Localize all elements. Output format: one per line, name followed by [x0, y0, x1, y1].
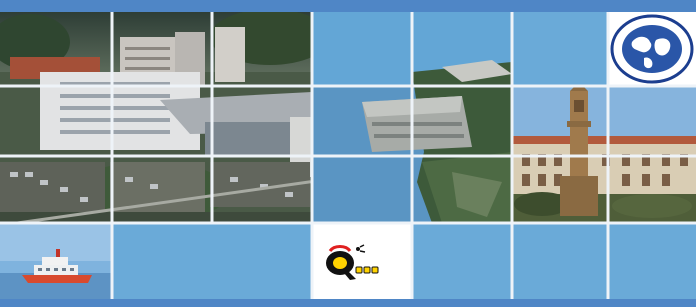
tile-grid-lines [0, 12, 696, 299]
top-color-bar [0, 0, 696, 12]
mosaic-grid [0, 12, 696, 299]
photo-mosaic-banner [0, 0, 696, 307]
bottom-color-bar [0, 299, 696, 307]
